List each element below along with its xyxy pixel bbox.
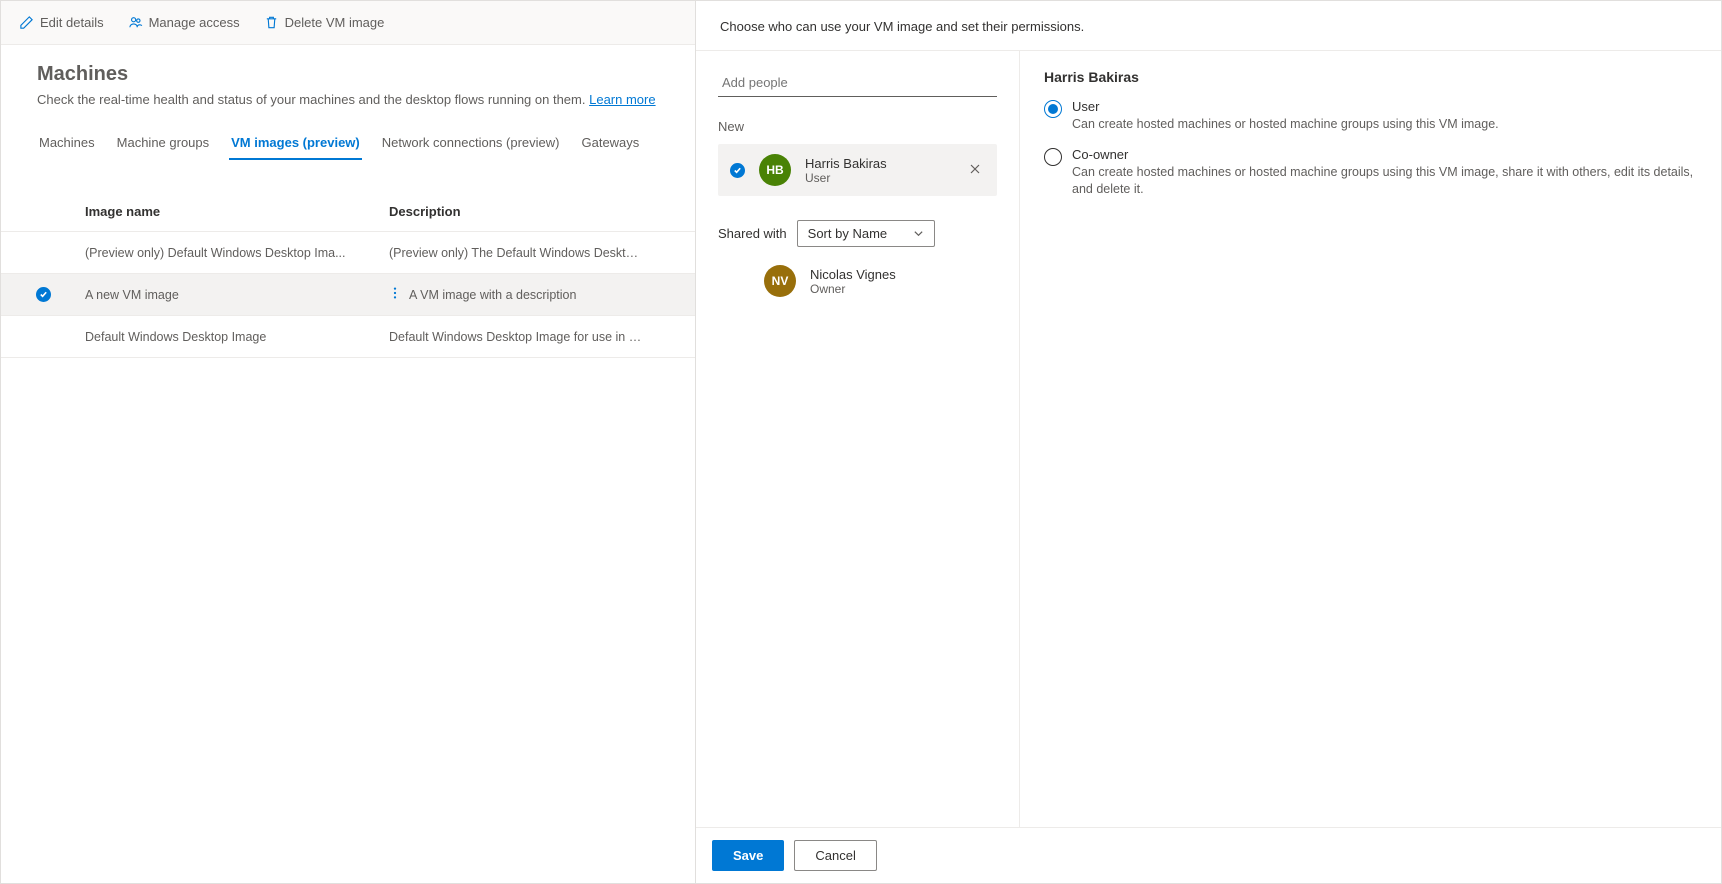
edit-details-button[interactable]: Edit details (9, 9, 114, 36)
permission-coowner-radio[interactable]: Co-owner Can create hosted machines or h… (1044, 147, 1697, 198)
save-button[interactable]: Save (712, 840, 784, 871)
avatar: HB (759, 154, 791, 186)
tab-machines[interactable]: Machines (37, 127, 97, 160)
panel-header: Choose who can use your VM image and set… (696, 1, 1721, 51)
table-header: Image name Description (1, 192, 695, 232)
panel-footer: Save Cancel (696, 827, 1721, 883)
toolbar: Edit details Manage access Delete VM ima… (1, 1, 695, 45)
avatar: NV (764, 265, 796, 297)
permission-coowner-desc: Can create hosted machines or hosted mac… (1072, 164, 1697, 198)
col-description[interactable]: Description (385, 204, 655, 219)
delete-vm-label: Delete VM image (285, 15, 385, 30)
permission-user-radio[interactable]: User Can create hosted machines or hoste… (1044, 99, 1697, 133)
people-icon (128, 15, 143, 30)
tab-machine-groups[interactable]: Machine groups (115, 127, 212, 160)
delete-vm-button[interactable]: Delete VM image (254, 9, 395, 36)
vm-images-table: Image name Description (Preview only) De… (1, 192, 695, 358)
person-name: Harris Bakiras (805, 156, 951, 171)
cell-desc: Default Windows Desktop Image for use in… (385, 330, 655, 344)
new-label: New (718, 119, 997, 134)
remove-person-button[interactable] (965, 159, 985, 182)
page-subtitle: Check the real-time health and status of… (37, 92, 659, 107)
person-selected-icon (730, 163, 745, 178)
table-row[interactable]: A new VM image A VM image with a descrip… (1, 274, 695, 316)
tab-gateways[interactable]: Gateways (579, 127, 641, 160)
trash-icon (264, 15, 279, 30)
cell-name: Default Windows Desktop Image (85, 330, 385, 344)
radio-icon (1044, 148, 1062, 166)
manage-access-label: Manage access (149, 15, 240, 30)
row-more-button[interactable] (389, 286, 401, 303)
manage-access-button[interactable]: Manage access (118, 9, 250, 36)
add-people-input[interactable] (718, 69, 997, 97)
person-role: User (805, 171, 951, 185)
person-role: Owner (810, 282, 997, 296)
permission-user-desc: Can create hosted machines or hosted mac… (1072, 116, 1499, 133)
radio-icon (1044, 100, 1062, 118)
cell-desc: (Preview only) The Default Windows Deskt… (385, 246, 655, 260)
cell-desc: A VM image with a description (409, 288, 576, 302)
permission-coowner-label: Co-owner (1072, 147, 1697, 162)
close-icon (969, 163, 981, 175)
permission-user-label: User (1072, 99, 1499, 114)
selected-person-title: Harris Bakiras (1044, 69, 1697, 85)
page-title: Machines (37, 63, 659, 86)
pencil-icon (19, 15, 34, 30)
tab-network-connections[interactable]: Network connections (preview) (380, 127, 562, 160)
row-selected-check[interactable] (1, 287, 85, 302)
new-person-card[interactable]: HB Harris Bakiras User (718, 144, 997, 196)
person-name: Nicolas Vignes (810, 267, 997, 282)
col-image-name[interactable]: Image name (85, 204, 385, 219)
chevron-down-icon (913, 228, 924, 239)
cancel-button[interactable]: Cancel (794, 840, 876, 871)
cell-name: (Preview only) Default Windows Desktop I… (85, 246, 385, 260)
learn-more-link[interactable]: Learn more (589, 92, 655, 107)
more-icon (389, 286, 401, 300)
manage-access-panel: Choose who can use your VM image and set… (696, 0, 1722, 884)
tab-vm-images[interactable]: VM images (preview) (229, 127, 362, 160)
table-row[interactable]: Default Windows Desktop Image Default Wi… (1, 316, 695, 358)
cell-name: A new VM image (85, 288, 385, 302)
check-icon (36, 287, 51, 302)
sort-by-select[interactable]: Sort by Name (797, 220, 935, 247)
edit-details-label: Edit details (40, 15, 104, 30)
shared-with-label: Shared with (718, 226, 787, 241)
table-row[interactable]: (Preview only) Default Windows Desktop I… (1, 232, 695, 274)
sort-by-value: Sort by Name (808, 226, 887, 241)
owner-row[interactable]: NV Nicolas Vignes Owner (718, 265, 997, 297)
tabs: Machines Machine groups VM images (previ… (1, 111, 695, 160)
page-header: Machines Check the real-time health and … (1, 45, 695, 111)
